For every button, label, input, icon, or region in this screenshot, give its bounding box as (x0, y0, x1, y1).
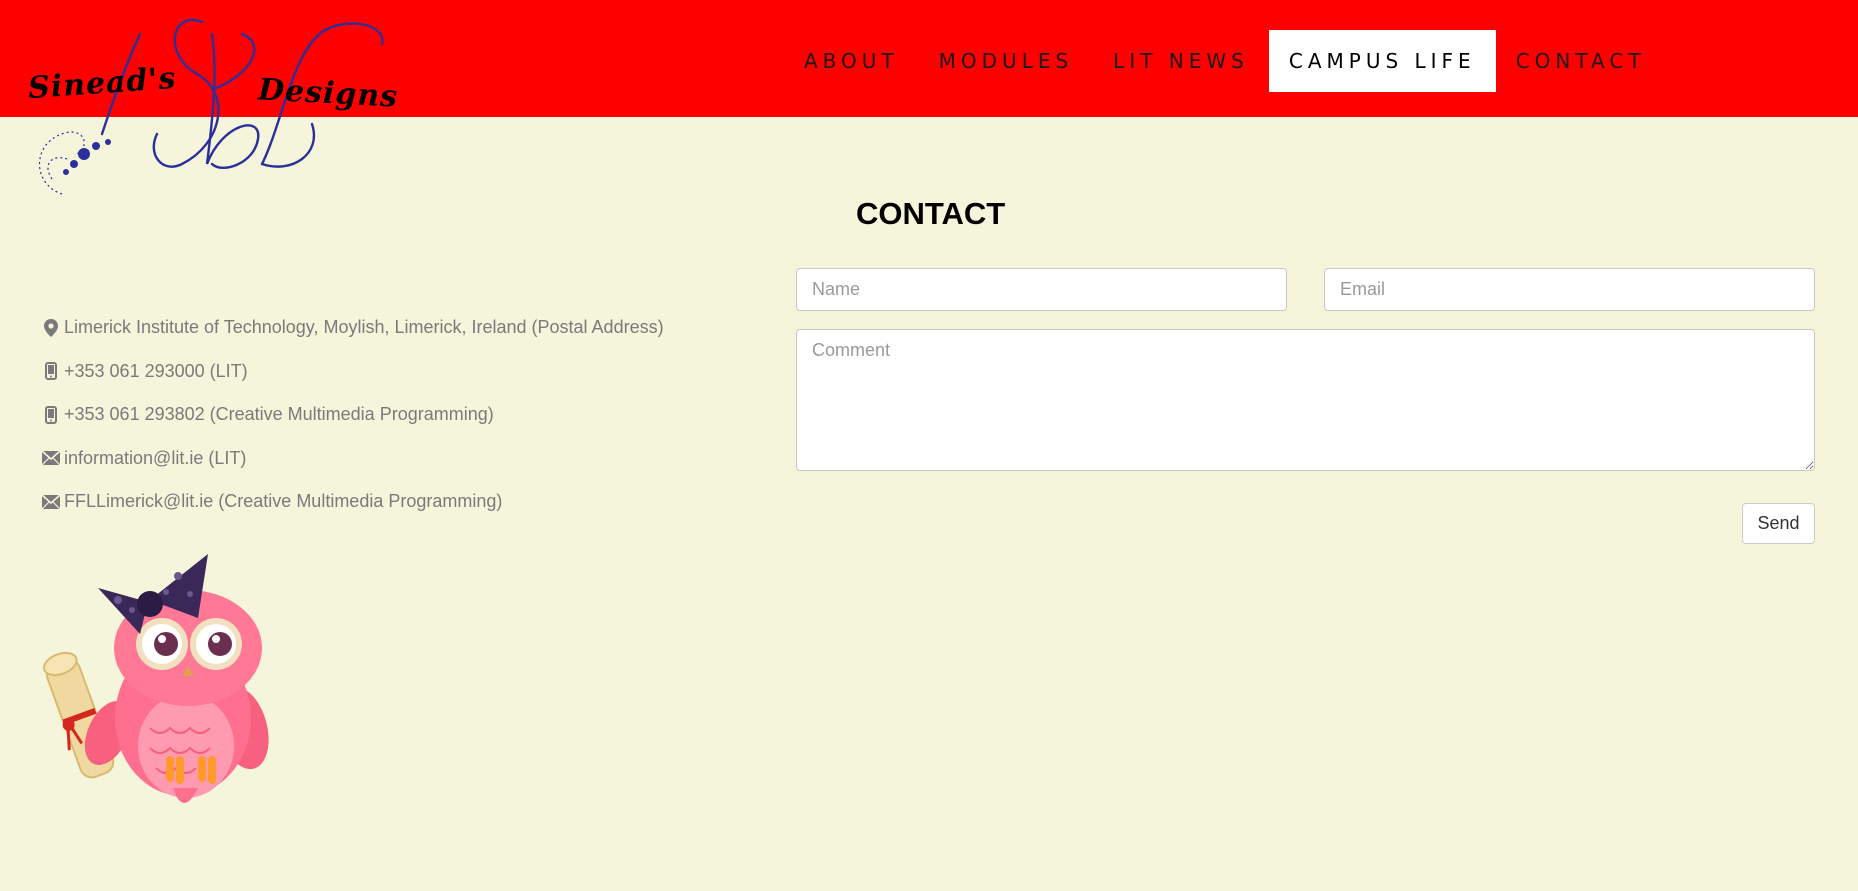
name-input[interactable] (796, 268, 1287, 311)
contact-phone-lit-text: +353 061 293000 (LIT) (64, 360, 248, 381)
nav-item-about[interactable]: ABOUT (784, 30, 919, 92)
email-input[interactable] (1324, 268, 1815, 311)
phone-icon (40, 405, 62, 424)
site-logo[interactable]: Sinead's Designs (22, 14, 399, 204)
nav-item-lit-news[interactable]: LIT NEWS (1093, 30, 1269, 92)
main-nav: ABOUT MODULES LIT NEWS CAMPUS LIFE CONTA… (784, 30, 1666, 92)
contact-address: Limerick Institute of Technology, Moylis… (40, 306, 664, 350)
contact-email-lit: information@lit.ie (LIT) (40, 437, 664, 481)
contact-phone-cmp: +353 061 293802 (Creative Multimedia Pro… (40, 393, 664, 437)
contact-email-cmp-text: FFLLimerick@lit.ie (Creative Multimedia … (64, 491, 503, 512)
phone-icon (40, 362, 62, 381)
envelope-icon (40, 451, 62, 466)
contact-email-lit-text: information@lit.ie (LIT) (64, 447, 247, 468)
map-marker-icon (40, 318, 62, 337)
nav-item-contact[interactable]: CONTACT (1496, 30, 1666, 92)
envelope-icon (40, 494, 62, 509)
send-button[interactable]: Send (1742, 503, 1815, 544)
logo-word-designs: Designs (257, 72, 399, 115)
page-title: CONTACT (856, 196, 1006, 231)
contact-address-text: Limerick Institute of Technology, Moylis… (64, 317, 664, 338)
contact-email-cmp: FFLLimerick@lit.ie (Creative Multimedia … (40, 480, 664, 524)
nav-item-modules[interactable]: MODULES (919, 30, 1094, 92)
nav-item-campus-life[interactable]: CAMPUS LIFE (1268, 30, 1496, 92)
contact-phone-cmp-text: +353 061 293802 (Creative Multimedia Pro… (64, 404, 494, 425)
owl-illustration-icon (42, 554, 269, 803)
contact-phone-lit: +353 061 293000 (LIT) (40, 350, 664, 394)
owl-graduate-image (38, 548, 298, 820)
comment-textarea[interactable] (796, 329, 1815, 471)
contact-info-list: Limerick Institute of Technology, Moylis… (40, 306, 664, 524)
